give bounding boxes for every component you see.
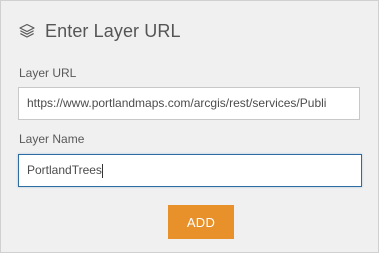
layer-url-label: Layer URL <box>19 66 77 80</box>
layer-name-input[interactable]: PortlandTrees <box>18 154 362 187</box>
layer-name-label: Layer Name <box>19 132 85 146</box>
enter-layer-url-panel: Enter Layer URL Layer URL https://www.po… <box>0 0 379 253</box>
layer-url-value: https://www.portlandmaps.com/arcgis/rest… <box>27 96 327 110</box>
layer-url-input[interactable]: https://www.portlandmaps.com/arcgis/rest… <box>18 87 360 120</box>
layer-name-value: PortlandTrees <box>27 163 102 177</box>
add-button[interactable]: ADD <box>168 205 234 239</box>
text-caret <box>101 163 103 178</box>
panel-header: Enter Layer URL <box>17 18 181 44</box>
layers-icon <box>17 21 37 41</box>
panel-title: Enter Layer URL <box>45 20 181 41</box>
